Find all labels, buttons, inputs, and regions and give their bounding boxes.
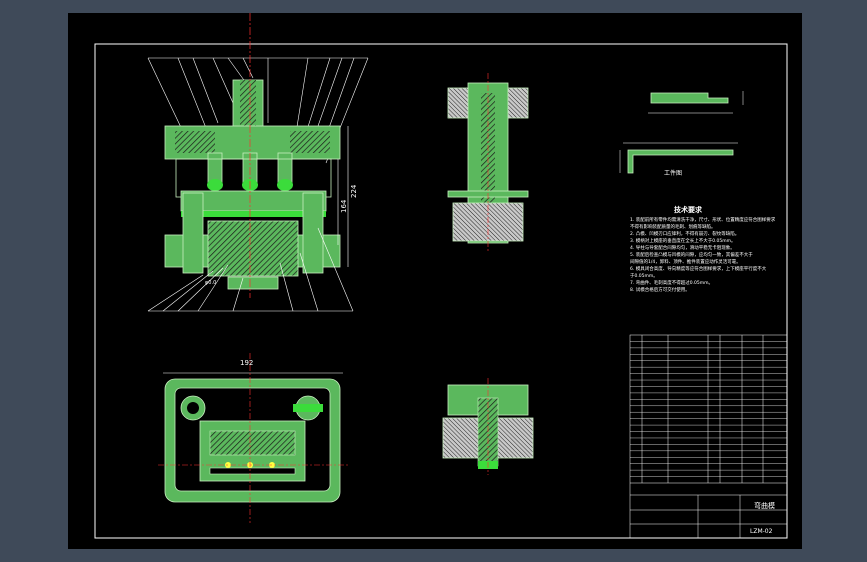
tech-item-6b: 于0.05mm。 bbox=[630, 273, 658, 279]
dim-inner: 164 bbox=[340, 199, 348, 213]
tech-item-3: 3. 模柄对上模座的垂直度在全长上不大于0.05mm。 bbox=[630, 237, 736, 244]
mold-assembly-drawing: 224 164 φ0.0 192 工件图 技术要求 1. 装配前所有零件均需清洗… bbox=[94, 13, 788, 539]
parts-list-rows bbox=[630, 341, 787, 477]
tech-item-6: 6. 模具闭合高度、导向精度等应符合图样要求，上下模座平行度不大 bbox=[630, 265, 767, 272]
workpiece-views: 工件图 bbox=[619, 91, 744, 177]
tech-item-8: 8. 试模合格后方可交付使用。 bbox=[630, 286, 690, 293]
main-section-view: 224 164 φ0.0 bbox=[147, 13, 369, 312]
drawing-name: 弯曲模 bbox=[754, 501, 775, 510]
tech-item-1b: 不得有影响装配质量的毛刺、划痕等缺陷。 bbox=[630, 223, 716, 230]
tech-item-5: 5. 装配后检查凸模与凹模的间隙，应均匀一致，其偏差不大于 bbox=[630, 251, 753, 258]
tech-item-4: 4. 导柱与导套配合间隙均匀，滑动平稳无卡阻现象。 bbox=[630, 244, 735, 251]
drawing-number: LZM-02 bbox=[750, 528, 773, 535]
top-plan-view: 192 bbox=[158, 353, 348, 523]
cad-viewport[interactable]: 224 164 φ0.0 192 工件图 技术要求 1. 装配前所有零件均需清洗… bbox=[68, 13, 802, 549]
technical-requirements: 技术要求 1. 装配前所有零件均需清洗干净，尺寸、形状、位置精度应符合图样要求 … bbox=[630, 205, 776, 293]
dim-width: 192 bbox=[240, 359, 253, 367]
tech-item-1: 1. 装配前所有零件均需清洗干净，尺寸、形状、位置精度应符合图样要求 bbox=[630, 216, 776, 223]
tech-item-5b: 间隙值的1/4，卸料、顶件、推件装置应动作灵活可靠。 bbox=[630, 258, 741, 265]
workpiece-label: 工件图 bbox=[664, 169, 682, 177]
side-section-view bbox=[447, 73, 529, 253]
dim-height: 224 bbox=[350, 184, 358, 198]
tech-item-2: 2. 凸模、凹模刃口应锋利，不得有崩刃、裂纹等缺陷。 bbox=[630, 230, 739, 237]
lower-section-view bbox=[442, 378, 534, 475]
tech-title: 技术要求 bbox=[674, 205, 703, 214]
tech-item-7: 7. 弯曲件、毛刺高度不得超过0.05mm。 bbox=[630, 279, 713, 286]
